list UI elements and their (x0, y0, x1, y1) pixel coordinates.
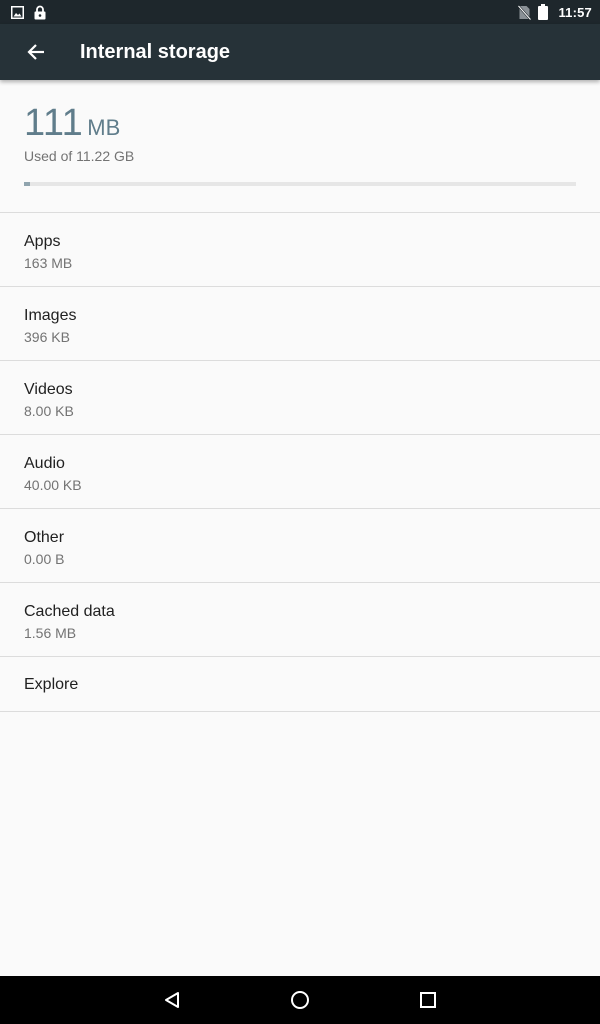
item-label: Cached data (24, 603, 115, 620)
item-label: Apps (24, 233, 61, 250)
item-size: 396 KB (24, 329, 70, 345)
item-label: Explore (24, 676, 79, 693)
list-item-images[interactable]: Images 396 KB (0, 287, 600, 360)
used-value: 111 (24, 102, 84, 144)
storage-summary: 111 MB Used of 11.22 GB (0, 80, 600, 213)
used-unit: MB (87, 115, 121, 140)
status-time: 11:57 (558, 4, 592, 20)
nav-back-button[interactable] (148, 976, 196, 1024)
home-circle-icon (290, 990, 310, 1010)
status-bar: 11:57 (0, 0, 600, 24)
list-item-audio[interactable]: Audio 40.00 KB (0, 435, 600, 508)
navigation-bar (0, 976, 600, 1024)
status-right-icons: 11:57 (518, 4, 592, 20)
used-amount: 111 MB (24, 102, 120, 145)
item-size: 0.00 B (24, 551, 65, 567)
nav-home-button[interactable] (276, 976, 324, 1024)
item-size: 163 MB (24, 255, 73, 271)
list-item-explore[interactable]: Explore (0, 657, 600, 711)
list-item-other[interactable]: Other 0.00 B (0, 509, 600, 582)
list-item-cached-data[interactable]: Cached data 1.56 MB (0, 583, 600, 656)
screen: 11:57 Internal storage 111 MB Used of 11.… (0, 0, 600, 1024)
back-button[interactable] (8, 24, 64, 80)
arrow-back-icon (27, 43, 45, 61)
item-label: Images (24, 307, 77, 324)
image-notification-icon (11, 5, 24, 19)
storage-progress-bar (24, 182, 576, 186)
item-size: 1.56 MB (24, 625, 77, 641)
status-left-icons (11, 5, 46, 20)
back-triangle-icon (163, 991, 181, 1009)
storage-category-list: Apps 163 MB Images 396 KB Videos 8.00 KB… (0, 212, 600, 712)
item-size: 40.00 KB (24, 477, 82, 493)
divider (0, 711, 600, 712)
page-title: Internal storage (80, 40, 231, 63)
lock-icon (34, 5, 46, 20)
app-bar: Internal storage (0, 24, 600, 80)
item-label: Audio (24, 455, 65, 472)
battery-icon (538, 4, 549, 20)
list-item-apps[interactable]: Apps 163 MB (0, 213, 600, 286)
no-sim-icon (518, 4, 532, 20)
storage-progress-fill (24, 182, 30, 186)
item-label: Videos (24, 381, 73, 398)
nav-recents-button[interactable] (404, 976, 452, 1024)
item-size: 8.00 KB (24, 403, 74, 419)
list-item-videos[interactable]: Videos 8.00 KB (0, 361, 600, 434)
used-caption: Used of 11.22 GB (24, 148, 135, 164)
item-label: Other (24, 529, 65, 546)
recents-square-icon (419, 991, 437, 1009)
